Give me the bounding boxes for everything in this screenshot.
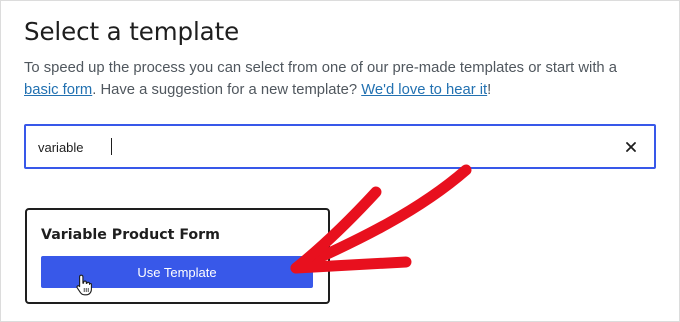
page-description: To speed up the process you can select f… [24, 57, 644, 101]
hand-pointer-cursor-icon [76, 274, 92, 296]
description-text-middle: . Have a suggestion for a new template? [92, 82, 362, 98]
template-search-box [24, 124, 656, 169]
text-caret [111, 138, 112, 155]
description-text-prefix: To speed up the process you can select f… [24, 60, 618, 76]
basic-form-link[interactable]: basic form [24, 82, 92, 98]
page-title: Select a template [24, 17, 240, 46]
suggest-template-link[interactable]: We'd love to hear it [361, 82, 487, 98]
close-icon[interactable] [622, 138, 640, 156]
template-card-title: Variable Product Form [41, 227, 220, 243]
description-text-suffix: ! [487, 82, 492, 98]
template-search-input[interactable] [38, 137, 598, 157]
template-card-variable-product-form: Variable Product Form Use Template [25, 208, 330, 304]
